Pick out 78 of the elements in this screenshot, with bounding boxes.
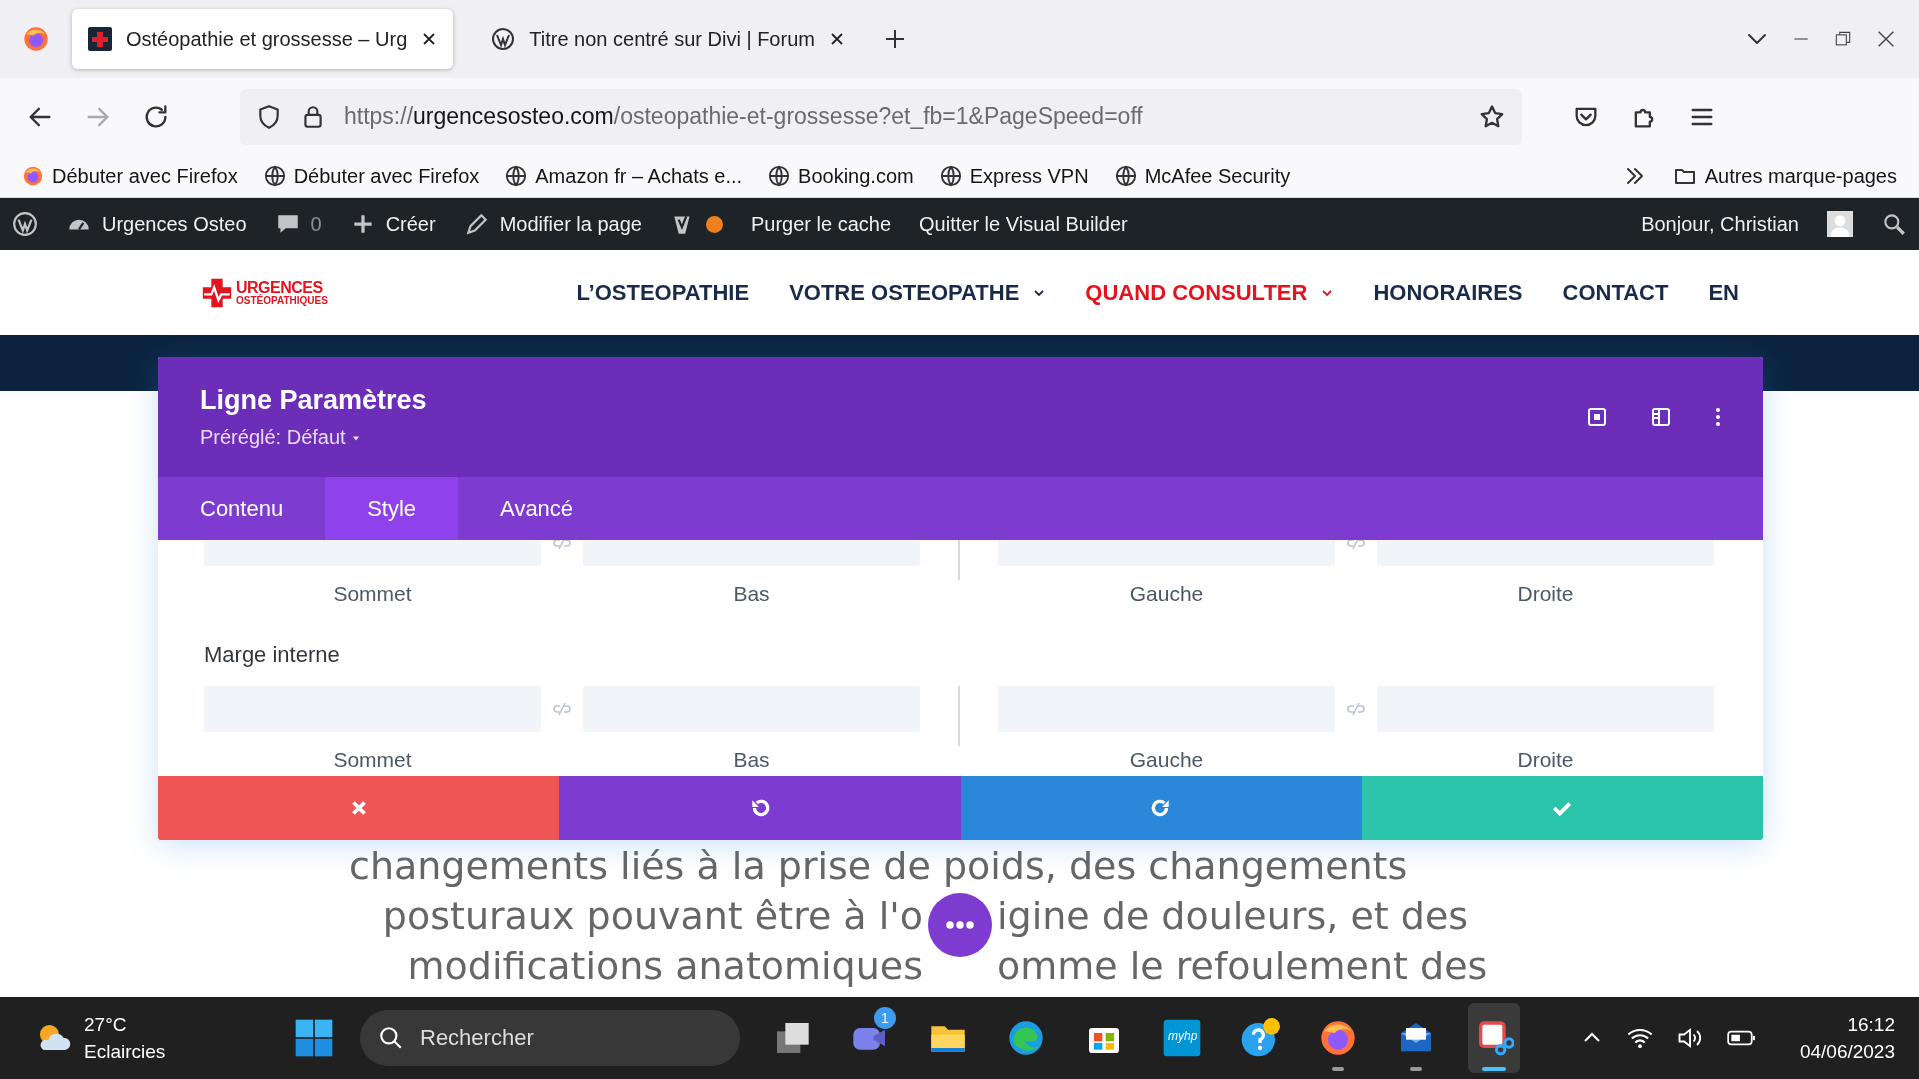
bookmark[interactable]: Express VPN [939, 164, 1089, 188]
nav-link[interactable]: VOTRE OSTEOPATHE [789, 279, 1046, 306]
field-label: Sommet [333, 748, 412, 772]
paragraph-line: changements liés à la prise de poids, des changements [349, 843, 1408, 890]
sidebar-icon[interactable] [1651, 407, 1671, 427]
section-label: Marge interne [204, 642, 341, 668]
panel-title: Ligne Paramètres [200, 385, 427, 416]
notification-badge: 1 [874, 1007, 896, 1029]
caret-icon [351, 433, 360, 442]
wordpress-icon [491, 27, 516, 51]
admin-bar-item[interactable]: Urgences Osteo [66, 211, 247, 237]
hp-app-icon [1162, 1018, 1202, 1058]
browser-tab[interactable]: Titre non centré sur Divi | Forum [475, 9, 861, 69]
field-label: Bas [733, 582, 770, 606]
text-fragment: modifications anatomiques [407, 943, 923, 990]
panel-tab[interactable]: Contenu [158, 477, 326, 540]
bookmark[interactable]: Débuter avec Firefox [263, 164, 480, 188]
favicon-icon [88, 27, 112, 51]
globe-icon [768, 165, 791, 187]
text-fragment: igine de douleurs, et des [997, 893, 1469, 940]
clock-time[interactable]: 16:12 [1847, 1011, 1895, 1038]
admin-bar-item[interactable]: Créer [349, 211, 436, 237]
preset-dropdown[interactable]: Préréglé: Défaut [200, 426, 427, 449]
clock-date[interactable]: 04/06/2023 [1799, 1038, 1895, 1065]
panel-tab[interactable]: Avancé [458, 477, 616, 540]
nav-link[interactable]: EN [1708, 279, 1739, 306]
more-vertical-icon[interactable] [1715, 407, 1721, 427]
text-fragment: posturaux pouvant être à l'o [382, 893, 923, 940]
bookmark[interactable]: Amazon fr – Achats e... [505, 164, 743, 188]
edge-icon [1006, 1018, 1046, 1058]
browser-tab[interactable]: Ostéopathie et grossesse – Urg [72, 9, 454, 69]
close-icon[interactable] [828, 31, 845, 47]
admin-bar-item[interactable]: Quitter le Visual Builder [919, 212, 1128, 236]
address-bar[interactable]: https://urgencesosteo.com/osteopathie-et-grossesse?et_fb=1&PageSpeed=off [240, 88, 1522, 145]
panel-tab[interactable]: Style [325, 477, 459, 540]
globe-icon [1114, 165, 1137, 187]
field-label: Gauche [1129, 582, 1204, 606]
firefox-icon [22, 165, 44, 187]
bookmark[interactable]: Booking.com [768, 164, 914, 188]
close-icon[interactable] [421, 31, 438, 47]
temperature-text: 27°C [84, 1013, 128, 1037]
admin-bar-item[interactable]: Purger le cache [750, 212, 892, 236]
reload-icon[interactable] [142, 102, 170, 131]
field-label: Droite [1517, 748, 1574, 772]
admin-bar-item[interactable]: Modifier la page [463, 211, 642, 237]
start-icon[interactable] [294, 1018, 334, 1058]
firefox-icon [1318, 1018, 1358, 1058]
help-icon [1240, 1018, 1280, 1058]
nav-link[interactable]: CONTACT [1562, 279, 1669, 306]
weather-text: Eclaircies [84, 1040, 166, 1064]
globe-icon [505, 165, 528, 187]
bookmark[interactable]: McAfee Security [1114, 164, 1291, 188]
bookmark[interactable]: Débuter avec Firefox [22, 164, 238, 188]
logo-text: OSTÉOPATHIQUES [236, 295, 328, 306]
search-icon[interactable] [1881, 211, 1907, 237]
shield-icon [256, 103, 282, 130]
field-label: Droite [1517, 582, 1574, 606]
nav-link[interactable]: HONORAIRES [1373, 279, 1523, 306]
nav-link[interactable]: QUAND CONSULTER [1085, 279, 1334, 306]
more-icon [945, 920, 975, 930]
admin-bar-item[interactable]: 0 [274, 211, 322, 237]
bookmark-folder[interactable]: Autres marque-pages [1672, 164, 1897, 188]
app-label: myhp [1168, 1029, 1198, 1043]
url-text: https://urgencesosteo.com/osteopathie-et-grossesse?et_fb=1&PageSpeed=off [344, 103, 1143, 130]
taskbar-app[interactable] [1468, 1003, 1520, 1073]
field-label: Gauche [1129, 748, 1204, 772]
text-fragment: omme le refoulement des [997, 943, 1488, 990]
greeting-text[interactable]: Bonjour, Christian [1641, 212, 1799, 236]
expand-icon[interactable] [1587, 407, 1607, 427]
nav-link[interactable]: L’OSTEOPATHIE [576, 279, 750, 306]
firefox-icon[interactable] [22, 25, 50, 53]
wordpress-icon[interactable] [12, 211, 38, 237]
search-field[interactable]: Rechercher [360, 1010, 740, 1066]
globe-icon [263, 165, 286, 187]
field-label: Sommet [333, 582, 412, 606]
search-icon [378, 1025, 404, 1051]
globe-icon [939, 165, 962, 187]
field-label: Bas [733, 748, 770, 772]
